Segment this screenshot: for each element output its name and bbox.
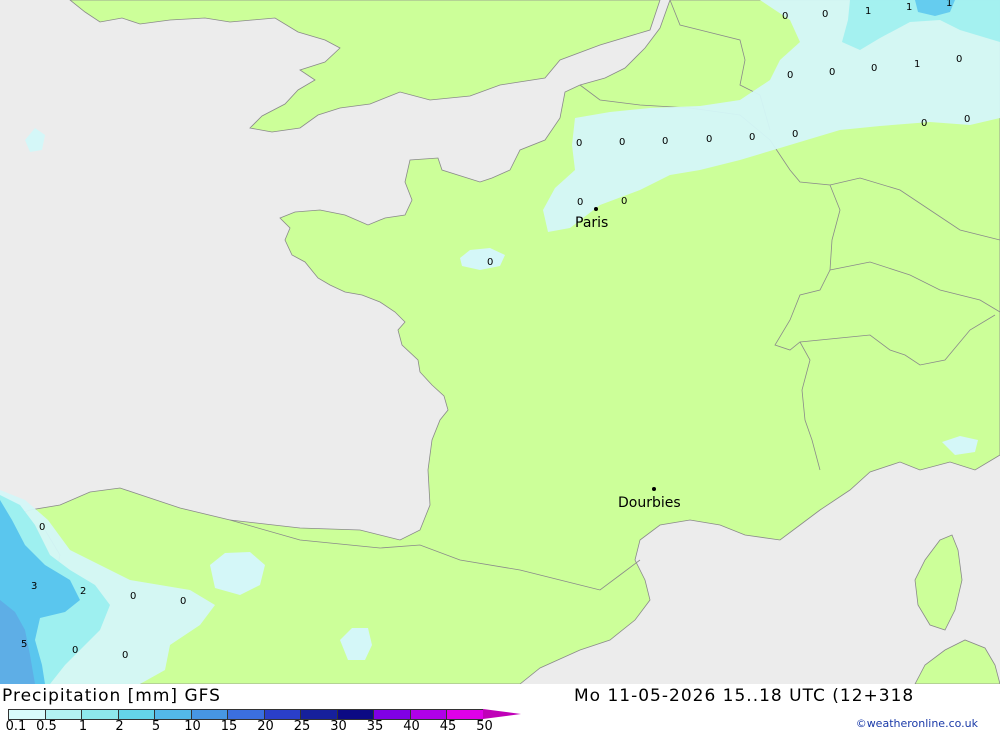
legend-label: 2 [115,719,124,734]
legend-label: 1 [78,719,88,734]
credit-link[interactable]: ©weatheronline.co.uk [856,717,978,730]
city-marker-paris [594,207,598,211]
legend-label: 50 [476,719,493,734]
contour-label: 5 [21,639,27,650]
forecast-datetime: Mo 11-05-2026 15..18 UTC (12+318 [574,686,915,706]
precipitation-map: 0 0 1 1 1 0 0 0 1 0 0 0 0 0 0 0 0 0 0 0 … [0,0,1000,684]
contour-label: 0 [72,645,78,656]
legend-label: 40 [403,719,420,734]
city-label-paris: Paris [575,215,608,231]
legend-label: 30 [330,719,347,734]
legend-labels: 0.1 0.5 1 2 5 10 15 20 25 30 35 40 45 50 [0,719,520,734]
contour-label: 1 [906,2,912,13]
legend-label: 15 [220,719,238,734]
contour-label: 3 [31,581,37,592]
contour-label: 0 [122,650,128,661]
contour-label: 0 [871,63,877,74]
legend-label: 0.5 [36,719,57,734]
contour-label: 0 [956,54,962,65]
contour-label: 0 [822,9,828,20]
contour-label: 0 [180,596,186,607]
map-title: Precipitation [mm] GFS [2,686,221,706]
city-label-dourbies: Dourbies [618,495,681,511]
contour-label: 1 [946,0,952,9]
contour-label: 0 [621,196,627,207]
footer: Precipitation [mm] GFS Mo 11-05-2026 15.… [0,684,1000,734]
contour-label: 0 [487,257,493,268]
contour-label: 1 [914,59,920,70]
contour-label: 0 [921,118,927,129]
contour-label: 0 [39,522,45,533]
contour-label: 0 [792,129,798,140]
legend-label: 25 [293,719,311,734]
contour-label: 0 [706,134,712,145]
legend-label: 10 [184,719,201,734]
contour-label: 0 [787,70,793,81]
legend-label: 45 [439,719,457,734]
legend-label: 0.1 [5,719,27,734]
legend-label: 20 [257,719,274,734]
contour-label: 1 [865,6,871,17]
contour-label: 0 [782,11,788,22]
city-marker-dourbies [652,487,656,491]
contour-label: 0 [964,114,970,125]
contour-label: 2 [80,586,86,597]
contour-label: 0 [662,136,668,147]
legend-label: 5 [151,719,161,734]
contour-label: 0 [577,197,583,208]
contour-label: 0 [749,132,755,143]
contour-label: 0 [576,138,582,149]
contour-label: 0 [130,591,136,602]
contour-label: 0 [829,67,835,78]
legend-arrow [482,709,521,719]
legend-label: 35 [366,719,384,734]
contour-label: 0 [619,137,625,148]
